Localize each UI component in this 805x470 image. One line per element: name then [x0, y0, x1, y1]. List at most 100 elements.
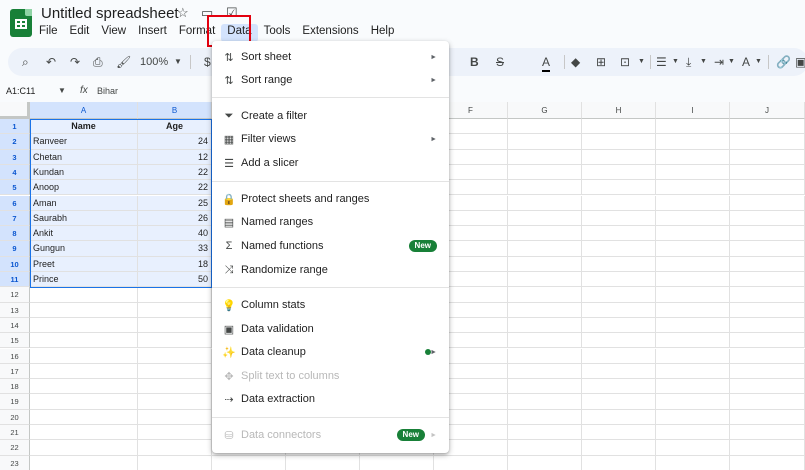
empty-cell[interactable] [508, 440, 582, 456]
row-header[interactable]: 19 [0, 394, 30, 410]
empty-cell[interactable] [582, 348, 656, 364]
empty-cell[interactable] [582, 440, 656, 456]
menu-view[interactable]: View [95, 24, 132, 42]
cell-a[interactable] [30, 425, 138, 441]
cell-a[interactable]: Gungun [30, 241, 138, 257]
document-title[interactable]: Untitled spreadsheet [41, 5, 179, 22]
empty-cell[interactable] [656, 394, 730, 410]
cell-b[interactable]: 33 [138, 241, 212, 257]
column-header-i[interactable]: I [656, 102, 730, 119]
star-icon[interactable]: ☆ [177, 5, 189, 21]
align-dropdown-icon[interactable]: ▼ [672, 54, 679, 70]
empty-cell[interactable] [582, 379, 656, 395]
empty-cell[interactable] [582, 195, 656, 211]
select-all-corner[interactable] [0, 102, 30, 119]
cell-b[interactable] [138, 379, 212, 395]
row-header[interactable]: 8 [0, 226, 30, 242]
merge-dropdown-icon[interactable]: ▼ [638, 54, 645, 70]
cell-a[interactable]: Saurabh [30, 210, 138, 227]
cell-a[interactable] [30, 302, 138, 318]
menu-filter-views[interactable]: ▦ Filter views ► [212, 128, 449, 150]
empty-cell[interactable] [508, 394, 582, 410]
cell-b[interactable] [138, 455, 212, 470]
cell-a[interactable] [30, 379, 138, 395]
empty-cell[interactable] [582, 317, 656, 334]
cell-b[interactable] [138, 440, 212, 456]
cell-a[interactable]: Aman [30, 195, 138, 211]
cell-b[interactable]: 22 [138, 180, 212, 196]
row-header[interactable]: 22 [0, 440, 30, 456]
row-header[interactable]: 10 [0, 256, 30, 272]
menu-sort-sheet[interactable]: ⇅ Sort sheet ► [212, 46, 449, 68]
empty-cell[interactable] [508, 241, 582, 257]
empty-cell[interactable] [582, 164, 656, 181]
row-header[interactable]: 5 [0, 180, 30, 196]
empty-cell[interactable] [730, 164, 805, 181]
empty-cell[interactable] [730, 256, 805, 272]
empty-cell[interactable] [582, 226, 656, 242]
strikethrough-icon[interactable]: S [496, 54, 504, 70]
row-header[interactable]: 21 [0, 425, 30, 441]
empty-cell[interactable] [582, 180, 656, 196]
empty-cell[interactable] [582, 119, 656, 135]
empty-cell[interactable] [582, 241, 656, 257]
empty-cell[interactable] [656, 302, 730, 318]
menu-sort-range[interactable]: ⇅ Sort range ► [212, 69, 449, 91]
empty-cell[interactable] [730, 317, 805, 334]
empty-cell[interactable] [582, 210, 656, 227]
empty-cell[interactable] [730, 333, 805, 349]
name-box-dropdown-icon[interactable]: ▼ [58, 86, 66, 95]
empty-cell[interactable] [508, 256, 582, 272]
column-header-g[interactable]: G [508, 102, 582, 119]
cell-a[interactable]: Anoop [30, 180, 138, 196]
empty-cell[interactable] [656, 119, 730, 135]
cell-a[interactable]: Kundan [30, 164, 138, 181]
cell-b[interactable]: 22 [138, 164, 212, 181]
comment-icon[interactable]: ▣ [795, 54, 805, 70]
cell-b[interactable]: 40 [138, 226, 212, 242]
cell-b[interactable]: 12 [138, 149, 212, 165]
empty-cell[interactable] [582, 256, 656, 272]
row-header[interactable]: 11 [0, 272, 30, 288]
empty-cell[interactable] [508, 287, 582, 303]
empty-cell[interactable] [508, 226, 582, 242]
cell-b[interactable]: 25 [138, 195, 212, 211]
cell-b[interactable]: Age [138, 119, 212, 135]
row-header[interactable]: 1 [0, 119, 30, 135]
menu-tools[interactable]: Tools [258, 24, 297, 42]
print-icon[interactable]: ⎙ [93, 54, 103, 70]
empty-cell[interactable] [508, 149, 582, 165]
cell-a[interactable] [30, 409, 138, 425]
menu-edit[interactable]: Edit [64, 24, 96, 42]
column-header-h[interactable]: H [582, 102, 656, 119]
cell-b[interactable] [138, 363, 212, 380]
formula-input[interactable]: Bihar [97, 86, 118, 96]
column-header-a[interactable]: A [30, 102, 138, 119]
empty-cell[interactable] [730, 348, 805, 364]
empty-cell[interactable] [508, 134, 582, 150]
empty-cell[interactable] [508, 180, 582, 196]
empty-cell[interactable] [508, 195, 582, 211]
cell-b[interactable]: 50 [138, 272, 212, 288]
empty-cell[interactable] [212, 455, 286, 470]
cell-b[interactable]: 26 [138, 210, 212, 227]
cell-b[interactable] [138, 348, 212, 364]
empty-cell[interactable] [508, 333, 582, 349]
cell-b[interactable] [138, 287, 212, 303]
menu-help[interactable]: Help [365, 24, 401, 42]
empty-cell[interactable] [508, 210, 582, 227]
empty-cell[interactable] [508, 409, 582, 425]
empty-cell[interactable] [582, 149, 656, 165]
wrap-dropdown-icon[interactable]: ▼ [728, 54, 735, 70]
empty-cell[interactable] [730, 210, 805, 227]
currency-button[interactable]: $ [204, 54, 211, 70]
menu-create-filter[interactable]: ⏷ Create a filter [212, 105, 449, 127]
cell-a[interactable] [30, 440, 138, 456]
menu-column-stats[interactable]: 💡 Column stats [212, 294, 449, 316]
fill-color-icon[interactable]: ◆ [571, 54, 580, 70]
empty-cell[interactable] [656, 180, 730, 196]
cell-b[interactable] [138, 333, 212, 349]
bold-icon[interactable]: B [470, 54, 479, 70]
empty-cell[interactable] [656, 256, 730, 272]
zoom-select[interactable]: 100% [140, 54, 168, 70]
